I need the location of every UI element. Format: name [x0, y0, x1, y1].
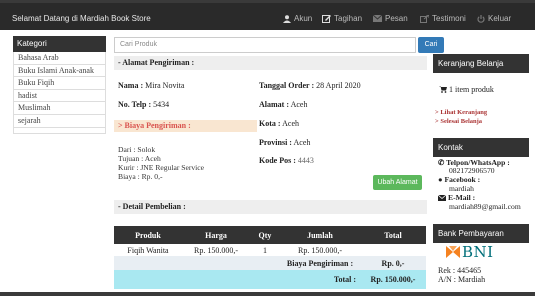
kodepos-label: Kode Pos : [259, 156, 296, 165]
ongkir-biaya: Biaya : Rp. 0,- [118, 172, 163, 181]
sidebar-item-sejarah[interactable]: sejarah [13, 114, 106, 128]
col-jumlah: Jumlah [280, 226, 360, 244]
shipping-section-title: - Alamat Pengiriman : [114, 56, 427, 70]
biaya-label: Biaya Pengiriman : [280, 256, 360, 270]
user-icon [283, 14, 291, 23]
table-row: Fiqih Wanita Rp. 150.000,- 1 Rp. 150.000… [114, 244, 426, 256]
nama-row: Nama : Mira Novita [118, 81, 184, 90]
kota-label: Kota : [259, 119, 281, 128]
nav-testimoni[interactable]: Testimoni [420, 14, 466, 23]
cart-count: 1 item produk [449, 85, 494, 94]
col-harga: Harga [182, 226, 250, 244]
search-button[interactable]: Cari [418, 37, 444, 53]
provinsi-value: Aceh [293, 138, 311, 147]
nama-label: Nama : [118, 81, 144, 90]
chat-icon: ● [438, 175, 443, 184]
contact-panel-title: Kontak [433, 138, 529, 157]
bni-logo: BNI [446, 243, 494, 261]
sidebar-title: Kategori [13, 36, 106, 52]
kota-row: Kota : Aceh [259, 119, 299, 128]
sidebar-item-bahasa-arab[interactable]: Bahasa Arab [13, 52, 106, 65]
telp-label: No. Telp : [118, 100, 152, 109]
tanggal-row: Tanggal Order : 28 April 2020 [259, 81, 361, 90]
cell-qty: 1 [263, 245, 267, 255]
nav-tagihan[interactable]: Tagihan [322, 14, 362, 23]
category-sidebar: Kategori Bahasa Arab Buku Islami Anak-an… [13, 36, 106, 134]
cart-panel: 1 item produk > Lihat Keranjang > Selesa… [433, 73, 529, 133]
lihat-keranjang-link[interactable]: > Lihat Keranjang [435, 109, 487, 116]
facebook-label: Facebook : [444, 175, 481, 184]
detail-section-title: - Detail Pembelian : [114, 200, 427, 214]
kodepos-value: 4443 [297, 156, 314, 165]
bottom-border [0, 292, 535, 296]
bank-panel: BNI Rek : 445465 A/N : Mardiah [433, 243, 529, 292]
sidebar-item-hadist[interactable]: hadist [13, 89, 106, 103]
provinsi-label: Provinsi : [259, 138, 292, 147]
nav-keluar-label: Keluar [488, 14, 512, 23]
col-produk: Produk [114, 226, 182, 244]
sidebar-item-buku-fiqih[interactable]: Buku Fiqih [13, 77, 106, 90]
cell-harga: Rp. 150.000,- [194, 245, 238, 255]
total-value: Rp. 150.000,- [360, 270, 426, 289]
nav-tagihan-label: Tagihan [334, 14, 363, 23]
telp-row: No. Telp : 5434 [118, 100, 169, 109]
phone-icon: ✆ [438, 158, 445, 167]
top-navbar: Selamat Datang di Mardiah Book Store Aku… [0, 0, 535, 30]
cart-panel-title: Keranjang Belanja [433, 54, 529, 73]
search-input[interactable]: Cari Produk [114, 37, 416, 53]
telp-value: 5434 [153, 100, 170, 109]
sidebar-item-muslimah[interactable]: Muslimah [13, 102, 106, 115]
col-qty: Qty [250, 226, 280, 244]
mail-icon [373, 15, 382, 22]
total-row: Total : Rp. 150.000,- [114, 270, 426, 289]
kota-value: Aceh [282, 119, 300, 128]
col-total: Total [360, 226, 426, 244]
cell-jumlah: Rp. 150.000,- [298, 245, 342, 255]
tanggal-value: 28 April 2020 [316, 81, 361, 90]
welcome-text: Selamat Datang di Mardiah Book Store [12, 14, 151, 23]
total-spacer [114, 270, 280, 289]
alamat-row: Alamat : Aceh [259, 100, 307, 109]
nav-akun[interactable]: Akun [283, 14, 312, 23]
nama-value: Mira Novita [145, 81, 185, 90]
kodepos-row: Kode Pos : 4443 [259, 156, 314, 165]
nav-pesan-label: Pesan [385, 14, 408, 23]
biaya-value: Rp. 0,- [360, 256, 426, 270]
cell-produk: Fiqih Wanita [127, 245, 169, 255]
nav-testimoni-label: Testimoni [432, 14, 466, 23]
account-name: A/N : Mardiah [438, 275, 486, 284]
bni-logo-text: BNI [462, 243, 494, 261]
nav-keluar[interactable]: Keluar [477, 14, 511, 23]
bni-emblem-icon [446, 246, 460, 258]
alamat-label: Alamat : [259, 100, 289, 109]
edit-icon [322, 14, 331, 23]
alamat-value: Aceh [290, 100, 308, 109]
sidebar-item-buku-islami-anak[interactable]: Buku Islami Anak-anak [13, 64, 106, 78]
envelope-icon [438, 195, 446, 202]
selesai-belanja-link[interactable]: > Selesai Belanja [435, 118, 482, 125]
provinsi-row: Provinsi : Aceh [259, 138, 310, 147]
ubah-alamat-button[interactable]: Ubah Alamat [373, 175, 422, 190]
sidebar-footer [13, 127, 106, 134]
order-detail-table: Produk Harga Qty Jumlah Total Fiqih Wani… [114, 226, 426, 289]
cart-icon [439, 86, 447, 93]
total-label: Total : [280, 270, 360, 289]
rekening-number: Rek : 445465 [438, 266, 482, 275]
biaya-pengiriman-title: > Biaya Pengiriman : [114, 120, 257, 132]
tanggal-label: Tanggal Order : [259, 81, 315, 90]
email-value: mardiah89@gmail.com [449, 202, 521, 211]
table-header-row: Produk Harga Qty Jumlah Total [114, 226, 426, 244]
share-icon [420, 14, 429, 23]
biaya-row: Biaya Pengiriman : Rp. 0,- [114, 256, 426, 270]
cart-count-row: 1 item produk [439, 85, 494, 94]
power-icon [477, 14, 485, 23]
nav-pesan[interactable]: Pesan [373, 14, 408, 23]
biaya-spacer [114, 256, 280, 270]
cell-total [360, 244, 426, 256]
bank-panel-title: Bank Pembayaran [433, 224, 529, 243]
nav-akun-label: Akun [294, 14, 313, 23]
contact-panel: ✆ Telpon/WhatsApp : 082172906570 ● Faceb… [433, 157, 529, 219]
